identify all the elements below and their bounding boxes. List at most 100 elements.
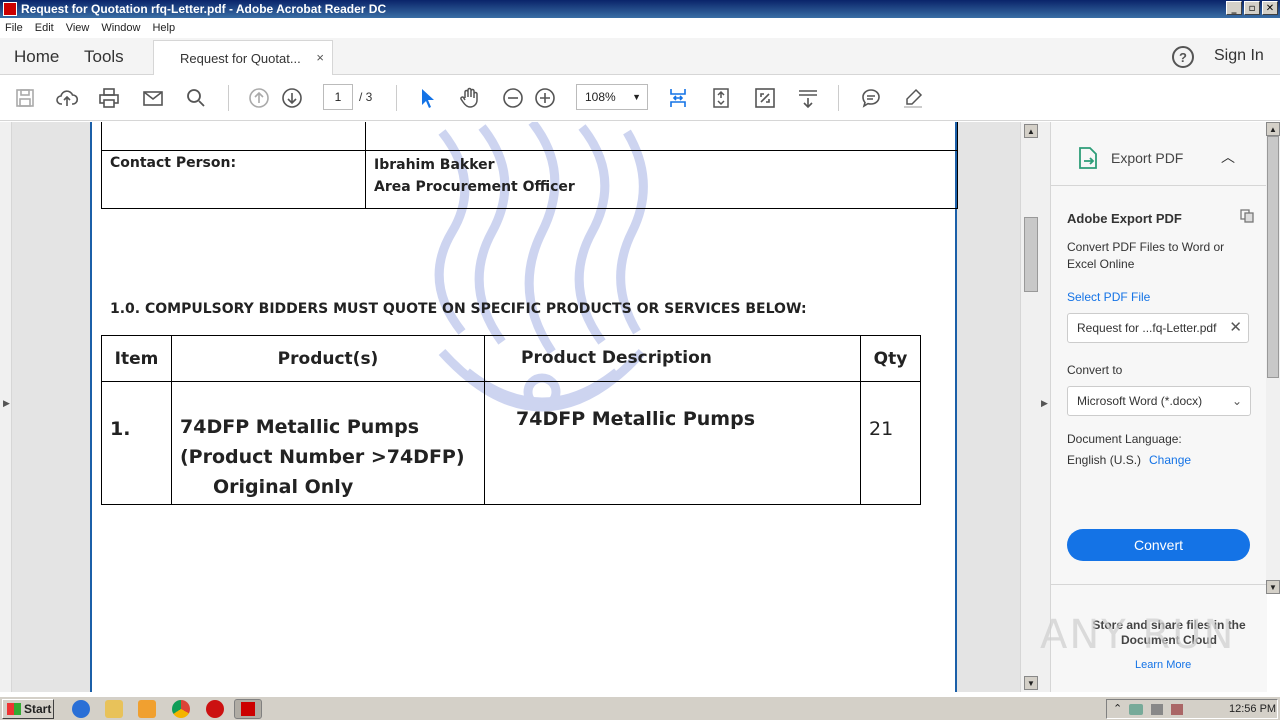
export-pdf-icon [1079, 147, 1097, 169]
contact-title: Area Procurement Officer [374, 178, 575, 195]
product-line: 74DFP Metallic Pumps [180, 416, 420, 438]
panel-heading: Adobe Export PDF [1067, 211, 1182, 226]
save-icon[interactable] [12, 85, 38, 111]
contact-table: Contact Person: Ibrahim Bakker Area Proc… [101, 122, 958, 209]
scroll-up-icon[interactable]: ▲ [1024, 124, 1038, 138]
document-viewer[interactable]: ▶ Contact Person: Ibrahim Bakker Area Pr… [0, 122, 1020, 692]
comment-icon[interactable] [858, 85, 884, 111]
fit-page-icon[interactable] [665, 85, 691, 111]
learn-more-link[interactable]: Learn More [1135, 659, 1191, 671]
change-language-link[interactable]: Change [1149, 453, 1191, 467]
right-panel-toggle[interactable]: ▶ [1040, 122, 1050, 692]
header-product: Product(s) [171, 335, 485, 382]
menu-view[interactable]: View [66, 22, 90, 34]
sign-in-link[interactable]: Sign In [1214, 47, 1264, 65]
media-player-icon[interactable] [138, 700, 156, 718]
zoom-select[interactable]: 108% ▼ [576, 84, 648, 110]
menu-edit[interactable]: Edit [35, 22, 54, 34]
convert-button[interactable]: Convert [1067, 529, 1250, 561]
scroll-down-icon[interactable]: ▼ [1024, 676, 1038, 690]
selected-file-field[interactable]: Request for ...fq-Letter.pdf ✕ [1067, 313, 1249, 343]
opera-icon[interactable] [206, 700, 224, 718]
select-pdf-file-link[interactable]: Select PDF File [1067, 290, 1150, 304]
window-title: Request for Quotation rfq-Letter.pdf - A… [21, 2, 387, 16]
chevron-down-icon: ▼ [632, 92, 641, 102]
previous-page-icon[interactable] [246, 85, 272, 111]
network-icon[interactable] [1129, 704, 1143, 715]
language-label: Document Language: [1067, 432, 1182, 446]
tab-home[interactable]: Home [14, 47, 59, 67]
panel-description: Convert PDF Files to Word or Excel Onlin… [1067, 240, 1225, 271]
next-page-icon[interactable] [279, 85, 305, 111]
acrobat-icon [241, 702, 255, 716]
maximize-button[interactable]: ▫ [1244, 1, 1260, 15]
product-line: (Product Number >74DFP) [180, 446, 465, 468]
clear-file-icon[interactable]: ✕ [1229, 314, 1242, 342]
row-qty: 21 [860, 381, 921, 505]
zoom-out-icon[interactable] [500, 85, 526, 111]
document-tab-label: Request for Quotat... [180, 50, 301, 66]
search-icon[interactable] [183, 85, 209, 111]
select-cursor-icon[interactable] [414, 85, 440, 111]
taskbar: Start ⌃ 12:56 PM [0, 696, 1280, 720]
section-title: 1.0. COMPULSORY BIDDERS MUST QUOTE ON SP… [110, 301, 807, 317]
scrollbar-thumb[interactable] [1024, 217, 1038, 292]
page-number-input[interactable]: 1 [323, 84, 353, 110]
zoom-in-icon[interactable] [532, 85, 558, 111]
rotate-view-icon[interactable] [708, 85, 734, 111]
export-pdf-title: Export PDF [1111, 150, 1184, 166]
menu-window[interactable]: Window [101, 22, 140, 34]
copy-icon[interactable] [1239, 208, 1255, 224]
contact-label: Contact Person: [101, 149, 366, 209]
hand-tool-icon[interactable] [457, 85, 483, 111]
convert-to-label: Convert to [1067, 363, 1123, 377]
minimize-button[interactable]: _ [1226, 1, 1242, 15]
volume-icon[interactable] [1151, 704, 1163, 715]
format-select[interactable]: Microsoft Word (*.docx) ⌄ [1067, 386, 1251, 416]
system-tray: ⌃ 12:56 PM [1106, 699, 1278, 719]
header-description: Product Description [484, 335, 861, 382]
document-scrollbar[interactable]: ▲ ▼ [1020, 122, 1040, 692]
email-icon[interactable] [140, 85, 166, 111]
close-window-button[interactable]: ✕ [1262, 1, 1278, 15]
panel-scrollbar[interactable]: ▲ ▼ [1266, 122, 1280, 594]
tab-tools[interactable]: Tools [84, 47, 124, 67]
security-icon[interactable] [1171, 704, 1183, 715]
menu-help[interactable]: Help [152, 22, 175, 34]
panel-scroll-down-icon[interactable]: ▼ [1266, 580, 1280, 594]
print-icon[interactable] [96, 85, 122, 111]
help-icon[interactable]: ? [1172, 46, 1194, 68]
highlight-pen-icon[interactable] [900, 85, 926, 111]
row-item: 1. [101, 381, 172, 505]
start-label: Start [24, 702, 52, 716]
contact-table-cell [101, 122, 366, 151]
toolbar-separator [396, 85, 397, 111]
format-value: Microsoft Word (*.docx) [1077, 394, 1203, 408]
tab-bar: Home Tools Request for Quotat... × ? Sig… [0, 38, 1280, 75]
panel-scroll-up-icon[interactable]: ▲ [1266, 122, 1280, 136]
left-panel-toggle[interactable]: ▶ [0, 122, 12, 692]
menu-bar: File Edit View Window Help [0, 18, 1280, 38]
toolbar-separator [228, 85, 229, 111]
tab-document[interactable]: Request for Quotat... × [153, 40, 333, 75]
tray-arrow-icon[interactable]: ⌃ [1113, 702, 1122, 715]
product-line: Original Only [213, 476, 354, 498]
folder-icon[interactable] [105, 700, 123, 718]
header-qty: Qty [860, 335, 921, 382]
start-button[interactable]: Start [2, 699, 54, 719]
chevron-up-icon[interactable]: ︿ [1221, 147, 1235, 167]
pdf-page: Contact Person: Ibrahim Bakker Area Proc… [90, 122, 958, 692]
page-total: / 3 [359, 90, 373, 104]
panel-scrollbar-thumb[interactable] [1267, 136, 1279, 378]
internet-explorer-icon[interactable] [72, 700, 90, 718]
full-screen-icon[interactable] [752, 85, 778, 111]
acrobat-taskbar-button[interactable] [234, 699, 262, 719]
chrome-icon[interactable] [172, 700, 190, 718]
menu-file[interactable]: File [5, 22, 23, 34]
export-pdf-header[interactable]: Export PDF ︿ [1051, 122, 1267, 186]
scroll-mode-icon[interactable] [795, 85, 821, 111]
language-value: English (U.S.) [1067, 453, 1142, 467]
cloud-upload-icon[interactable] [54, 85, 80, 111]
close-tab-icon[interactable]: × [316, 50, 324, 65]
contact-table-cell [365, 122, 958, 151]
